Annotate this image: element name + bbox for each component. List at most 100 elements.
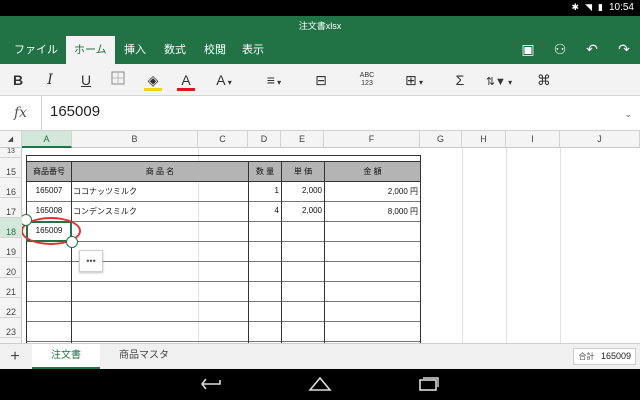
row-header[interactable]: 22	[0, 298, 22, 318]
bold-button[interactable]: B	[8, 70, 28, 90]
underline-button[interactable]: U	[76, 70, 96, 90]
table-border	[26, 155, 27, 343]
row-header[interactable]: 19	[0, 238, 22, 258]
home-icon[interactable]	[308, 376, 332, 392]
redo-icon[interactable]: ↷	[616, 41, 632, 58]
row-header[interactable]: 20	[0, 258, 22, 278]
chevron-down-icon: ▾	[274, 78, 282, 87]
formula-input[interactable]: 165009	[50, 103, 100, 120]
column-header-a[interactable]: A	[22, 131, 72, 148]
chevron-down-icon: ▾	[416, 78, 423, 87]
save-icon[interactable]: ▣	[520, 41, 536, 58]
bluetooth-icon: ✱	[571, 2, 580, 12]
binoculars-icon: ⌘	[537, 72, 551, 88]
column-header-d[interactable]: D	[248, 131, 281, 148]
table-header-cell: 金 額	[363, 167, 382, 176]
font-size-button[interactable]: A ▾	[210, 70, 238, 90]
context-menu-button[interactable]: •••	[79, 250, 103, 272]
autosum-button[interactable]: Σ	[450, 70, 470, 90]
sheet-tab-bar: + 注文書 商品マスタ 合計 165009	[0, 343, 640, 369]
document-title: 注文書xlsx	[0, 16, 640, 36]
cell-amount[interactable]: 8,000 円	[325, 206, 418, 217]
italic-button[interactable]: I	[40, 70, 60, 90]
select-all-corner[interactable]: ◢	[0, 131, 22, 148]
table-border	[26, 301, 421, 302]
insert-delete-button[interactable]: ⊞ ▾	[400, 70, 428, 90]
find-button[interactable]: ⌘	[534, 70, 554, 90]
cell-product-name[interactable]: コンデンスミルク	[73, 206, 137, 217]
table-border	[26, 221, 421, 222]
table-header-cell: 数 量	[255, 167, 275, 176]
cell-product-name[interactable]: ココナッツミルク	[73, 186, 137, 197]
tab-review[interactable]: 校閲	[196, 36, 234, 64]
table-border	[26, 155, 421, 156]
table-border	[71, 161, 72, 343]
tab-insert[interactable]: 挿入	[116, 36, 154, 64]
column-header-e[interactable]: E	[281, 131, 324, 148]
summary-label: 合計	[578, 352, 595, 361]
wifi-icon: ◥	[585, 2, 593, 12]
undo-icon[interactable]: ↶	[584, 41, 600, 58]
wrap-text-icon: ⊟	[315, 72, 327, 88]
spreadsheet-grid[interactable]: 商品番号 商 品 名 数 量 単 価 金 額 165007 ココナッツミルク 1…	[22, 148, 640, 343]
battery-icon: ▮	[598, 2, 603, 12]
formula-bar: fx 165009 ⌄	[0, 96, 640, 131]
home-toolbar: B I U ◈ A A ▾ ≡ ▾ ⊟ ABC 123 ⊞ ▾ Σ ⇅▼ ▾ ⌘	[0, 64, 640, 96]
summary-value: 165009	[600, 351, 631, 361]
tab-home[interactable]: ホーム	[66, 36, 115, 64]
row-header[interactable]: 15	[0, 158, 22, 178]
chevron-down-icon[interactable]: ⌄	[624, 109, 632, 120]
row-header[interactable]: 17	[0, 198, 22, 218]
column-header-i[interactable]: I	[506, 131, 560, 148]
number-format-button[interactable]: ABC 123	[354, 72, 380, 92]
cell-product-code[interactable]: 165007	[28, 186, 70, 195]
cell-quantity[interactable]: 4	[249, 206, 279, 215]
borders-icon	[111, 71, 125, 85]
row-header[interactable]: 21	[0, 278, 22, 298]
cell-quantity[interactable]: 1	[249, 186, 279, 195]
chevron-down-icon: ▾	[505, 78, 513, 87]
ribbon-tab-bar: ファイル ホーム 挿入 数式 校閲 表示 ▣ ⚇ ↶ ↷	[0, 36, 640, 64]
sort-filter-button[interactable]: ⇅▼ ▾	[484, 70, 514, 90]
selection-handle-bottom-right[interactable]	[66, 236, 78, 248]
cell-unit-price[interactable]: 2,000	[282, 206, 322, 215]
row-header[interactable]: 13	[0, 148, 22, 158]
column-header-c[interactable]: C	[198, 131, 248, 148]
column-header-g[interactable]: G	[420, 131, 462, 148]
back-icon[interactable]	[200, 377, 224, 391]
sheet-tab-order[interactable]: 注文書	[32, 344, 100, 369]
status-bar: ✱ ◥ ▮ 10:54	[0, 0, 640, 16]
font-color-button[interactable]: A	[176, 70, 196, 91]
column-header-f[interactable]: F	[324, 131, 420, 148]
sheet-tab-product-master[interactable]: 商品マスタ	[102, 344, 186, 369]
row-header[interactable]: 23	[0, 318, 22, 338]
paint-bucket-icon: ◈	[147, 72, 159, 88]
row-headers: 13 15 16 17 18 19 20 21 22 23	[0, 148, 22, 343]
fx-icon[interactable]: fx	[0, 96, 42, 131]
recent-apps-icon[interactable]	[418, 376, 440, 392]
align-button[interactable]: ≡ ▾	[260, 70, 288, 90]
row-header[interactable]: 18	[0, 218, 22, 238]
cell-amount[interactable]: 2,000 円	[325, 186, 418, 197]
borders-button[interactable]	[108, 70, 128, 90]
cell-product-code[interactable]: 165008	[28, 206, 70, 215]
column-header-b[interactable]: B	[72, 131, 198, 148]
share-icon[interactable]: ⚇	[552, 41, 568, 58]
sort-filter-icon: ⇅▼	[485, 76, 506, 88]
row-header[interactable]: 16	[0, 178, 22, 198]
table-border	[26, 241, 421, 242]
cell-unit-price[interactable]: 2,000	[282, 186, 322, 195]
fill-color-button[interactable]: ◈	[142, 70, 164, 91]
add-sheet-button[interactable]: +	[0, 344, 30, 369]
column-header-j[interactable]: J	[560, 131, 640, 148]
table-border	[420, 155, 421, 343]
navigation-bar	[0, 369, 640, 400]
table-border	[26, 201, 421, 202]
wrap-text-button[interactable]: ⊟	[310, 70, 332, 90]
tab-view[interactable]: 表示	[234, 36, 272, 64]
column-header-h[interactable]: H	[462, 131, 506, 148]
tab-formulas[interactable]: 数式	[156, 36, 194, 64]
tab-file[interactable]: ファイル	[6, 36, 66, 64]
insert-cells-icon: ⊞	[405, 72, 417, 88]
status-summary[interactable]: 合計 165009	[573, 348, 636, 365]
